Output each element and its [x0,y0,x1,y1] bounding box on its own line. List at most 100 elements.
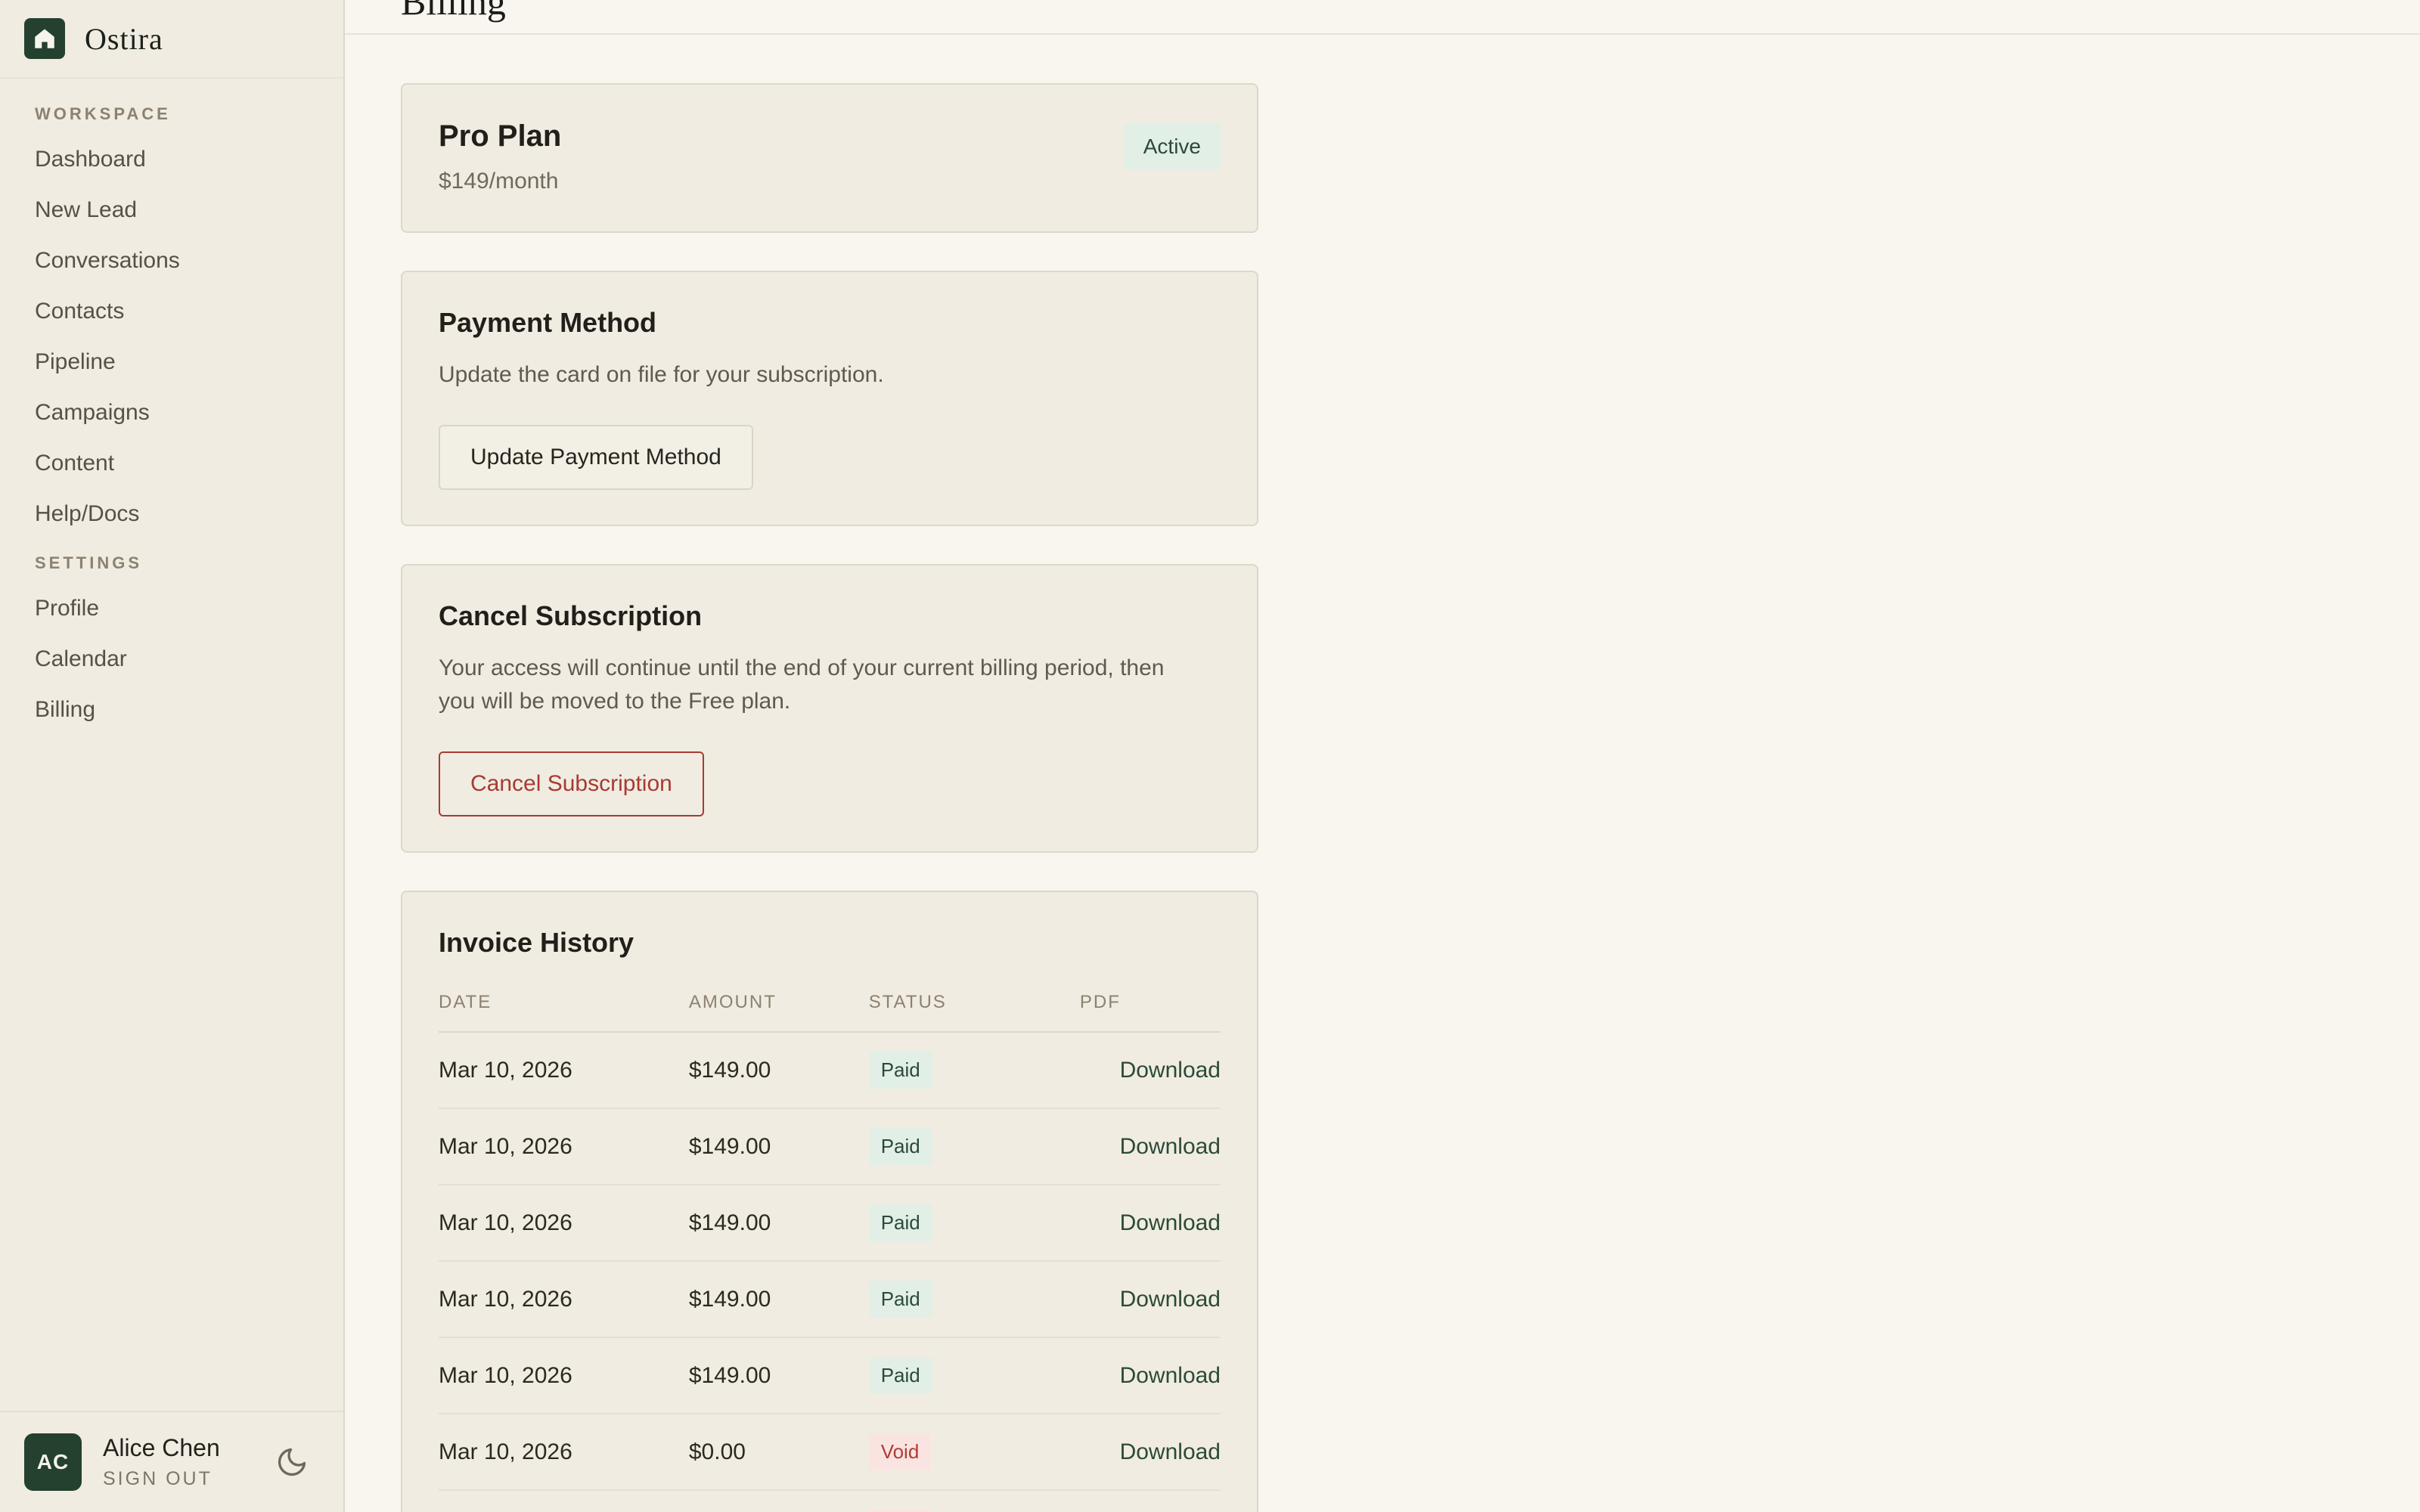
invoice-amount: $149.00 [689,1185,869,1261]
user-panel: AC Alice Chen SIGN OUT [0,1411,343,1512]
moon-icon[interactable] [275,1445,309,1479]
invoice-status-badge: Paid [869,1357,932,1394]
brand-header: Ostira [0,0,343,79]
invoice-row: Mar 10, 2026$149.00Paid Download [439,1032,1221,1108]
invoice-row: Mar 10, 2026$0.00Void Download [439,1414,1221,1490]
invoice-status-badge: Paid [869,1281,932,1318]
page-title: Billing [401,0,506,23]
nav-section-settings: SETTINGS Profile Calendar Billing [35,553,309,721]
invoice-pdf-cell: Download [1080,1185,1221,1261]
invoice-row: Mar 10, 2026$0.00VoidDownload [439,1490,1221,1512]
invoice-row: Mar 10, 2026$149.00Paid Download [439,1185,1221,1261]
payment-method-description: Update the card on file for your subscri… [439,358,1221,392]
user-name: Alice Chen [103,1434,254,1462]
billing-content: Pro Plan $149/month Active Payment Metho… [345,35,2420,1512]
invoice-status-cell: Paid [869,1032,1080,1108]
invoice-amount: $149.00 [689,1337,869,1414]
sidebar-item-new-lead[interactable]: New Lead [35,199,309,222]
invoice-date: Mar 10, 2026 [439,1490,689,1512]
plan-info: Pro Plan $149/month [439,119,561,194]
invoice-date: Mar 10, 2026 [439,1414,689,1490]
invoice-status-cell: Paid [869,1337,1080,1414]
sidebar-nav: WORKSPACE Dashboard New Lead Conversations… [0,79,343,749]
nav-list: Profile Calendar Billing [35,597,309,721]
invoice-table-header-row: DATE AMOUNT STATUS PDF [439,992,1221,1032]
user-meta: Alice Chen SIGN OUT [103,1434,254,1490]
sidebar-item-conversations[interactable]: Conversations [35,249,309,272]
column-header-amount: AMOUNT [689,992,869,1032]
cancel-subscription-card: Cancel Subscription Your access will con… [401,564,1258,853]
invoice-pdf-cell: Download [1080,1032,1221,1108]
column-header-pdf: PDF [1080,992,1221,1032]
invoice-date: Mar 10, 2026 [439,1337,689,1414]
invoice-date: Mar 10, 2026 [439,1032,689,1108]
sidebar: Ostira WORKSPACE Dashboard New Lead Conver… [0,0,345,1512]
invoice-download-link[interactable]: Download [1120,1439,1221,1464]
invoice-amount: $149.00 [689,1032,869,1108]
cancel-subscription-button[interactable]: Cancel Subscription [439,751,704,816]
plan-name: Pro Plan [439,119,561,153]
invoice-download-link[interactable]: Download [1120,1363,1221,1388]
invoice-history-card: Invoice History DATE AMOUNT STATUS PDF M… [401,891,1258,1512]
invoice-pdf-cell: Download [1080,1261,1221,1337]
invoice-download-link[interactable]: Download [1120,1058,1221,1083]
invoice-amount: $0.00 [689,1490,869,1512]
plan-card: Pro Plan $149/month Active [401,83,1258,233]
cancel-subscription-title: Cancel Subscription [439,600,1221,632]
column-header-date: DATE [439,992,689,1032]
sidebar-spacer [0,749,343,1411]
invoice-download-link[interactable]: Download [1120,1134,1221,1159]
plan-price: $149/month [439,169,561,194]
invoice-status-cell: Paid [869,1261,1080,1337]
invoice-row: Mar 10, 2026$149.00Paid Download [439,1261,1221,1337]
sidebar-item-dashboard[interactable]: Dashboard [35,148,309,171]
invoice-table-body: Mar 10, 2026$149.00PaidDownloadMar 10, 2… [439,1032,1221,1512]
payment-method-card: Payment Method Update the card on file f… [401,271,1258,526]
invoice-download-link[interactable]: Download [1120,1210,1221,1235]
sign-out-button[interactable]: SIGN OUT [103,1468,254,1490]
invoice-pdf-cell: Download [1080,1490,1221,1512]
house-icon [24,18,65,59]
brand-name: Ostira [85,21,163,57]
sidebar-item-contacts[interactable]: Contacts [35,300,309,323]
avatar: AC [24,1433,82,1491]
invoice-date: Mar 10, 2026 [439,1185,689,1261]
invoice-row: Mar 10, 2026$149.00Paid Download [439,1337,1221,1414]
invoice-row: Mar 10, 2026$149.00PaidDownload [439,1108,1221,1185]
invoice-amount: $0.00 [689,1414,869,1490]
invoice-pdf-cell: Download [1080,1108,1221,1185]
sidebar-item-billing[interactable]: Billing [35,699,309,721]
nav-section-label: SETTINGS [35,553,309,573]
invoice-history-title: Invoice History [439,927,1221,959]
invoice-date: Mar 10, 2026 [439,1108,689,1185]
cancel-subscription-description: Your access will continue until the end … [439,652,1202,718]
sidebar-item-pipeline[interactable]: Pipeline [35,351,309,373]
invoice-status-badge: Void [869,1433,932,1470]
sidebar-item-campaigns[interactable]: Campaigns [35,401,309,424]
sidebar-item-help-docs[interactable]: Help/Docs [35,503,309,525]
invoice-table: DATE AMOUNT STATUS PDF Mar 10, 2026$149.… [439,992,1221,1512]
app-window: Ostira WORKSPACE Dashboard New Lead Conver… [0,0,2420,1512]
column-header-status: STATUS [869,992,1080,1032]
invoice-amount: $149.00 [689,1261,869,1337]
invoice-status-cell: Void [869,1414,1080,1490]
sidebar-item-content[interactable]: Content [35,452,309,475]
invoice-status-cell: Void [869,1490,1080,1512]
invoice-status-badge: Paid [869,1128,932,1165]
page-header: Billing [345,0,2420,35]
invoice-download-link[interactable]: Download [1120,1287,1221,1312]
sidebar-item-profile[interactable]: Profile [35,597,309,620]
invoice-status-cell: Paid [869,1185,1080,1261]
plan-status-badge: Active [1124,124,1221,169]
invoice-status-cell: Paid [869,1108,1080,1185]
nav-list: Dashboard New Lead Conversations Contacts Pi… [35,148,309,525]
update-payment-method-button[interactable]: Update Payment Method [439,425,753,490]
invoice-status-badge: Paid [869,1204,932,1241]
main-area: Billing Pro Plan $149/month Active Payme… [345,0,2420,1512]
nav-section-label: WORKSPACE [35,104,309,124]
sidebar-item-calendar[interactable]: Calendar [35,648,309,671]
invoice-date: Mar 10, 2026 [439,1261,689,1337]
payment-method-title: Payment Method [439,307,1221,339]
invoice-pdf-cell: Download [1080,1414,1221,1490]
invoice-status-badge: Paid [869,1052,932,1089]
